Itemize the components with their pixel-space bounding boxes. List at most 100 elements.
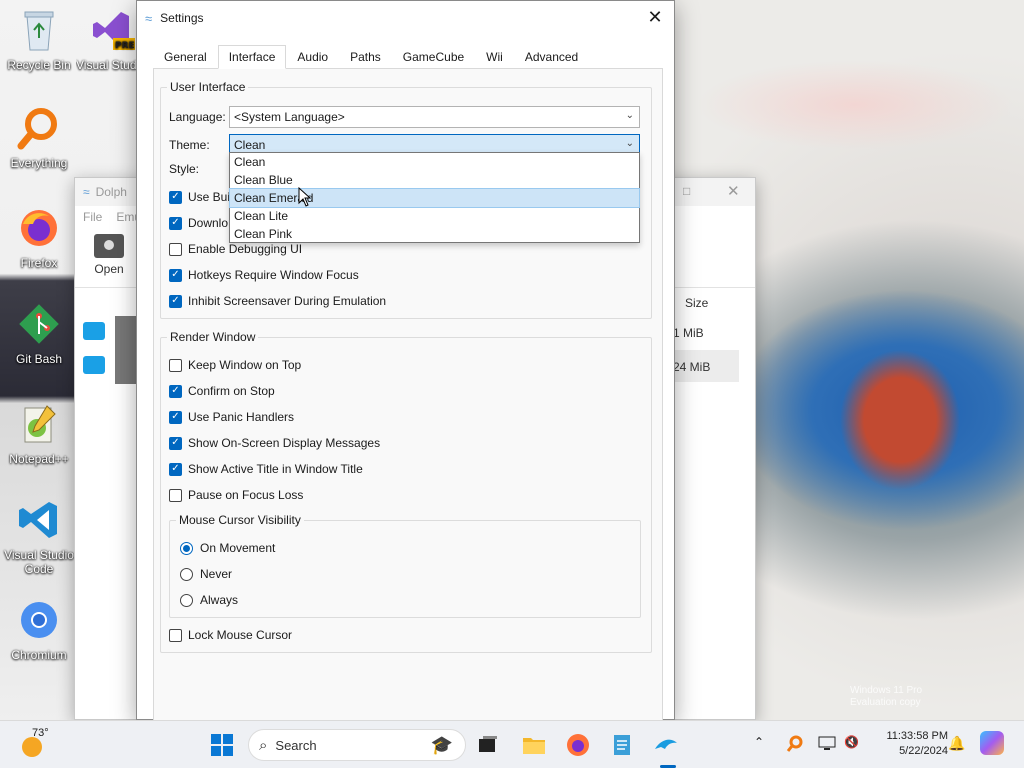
language-select[interactable]: <System Language> ⌄ <box>229 106 640 128</box>
radio-always[interactable]: Always <box>180 593 238 607</box>
checkbox-label: Inhibit Screensaver During Emulation <box>188 294 387 308</box>
chevron-down-icon: ⌄ <box>625 138 634 149</box>
confirm-on-stop-checkbox[interactable]: ✓ Confirm on Stop <box>169 384 275 398</box>
game-icon <box>83 322 105 340</box>
task-view-button[interactable] <box>472 729 504 761</box>
checkbox-label: Hotkeys Require Window Focus <box>188 268 359 282</box>
chromium-icon <box>15 596 63 644</box>
table-row-size: 24 MiB <box>673 360 711 374</box>
column-header-size[interactable]: Size <box>685 296 708 310</box>
desktop-icon-recycle-bin[interactable]: Recycle Bin <box>2 6 76 72</box>
hotkeys-focus-checkbox[interactable]: ✓ Hotkeys Require Window Focus <box>169 268 359 282</box>
checkbox-checked-icon: ✓ <box>169 268 182 282</box>
task-view-icon <box>479 736 497 752</box>
checkbox-label: Enable Debugging UI <box>188 242 303 256</box>
tab-audio[interactable]: Audio <box>286 45 339 69</box>
game-icon <box>83 356 105 374</box>
checkbox-label: Show Active Title in Window Title <box>188 462 363 476</box>
menu-file[interactable]: File <box>83 210 102 224</box>
notepad-taskbar-button[interactable] <box>606 729 638 761</box>
weather-widget[interactable]: 73° <box>18 727 58 763</box>
desktop-icon-notepad-plus-plus[interactable]: Notepad++ <box>2 400 76 466</box>
notifications-bell-icon[interactable]: 🔔 <box>948 735 965 752</box>
pause-on-focus-loss-checkbox[interactable]: Pause on Focus Loss <box>169 488 303 502</box>
group-title-mouse-cursor: Mouse Cursor Visibility <box>176 513 304 527</box>
theme-option-clean-pink[interactable]: Clean Pink <box>230 225 639 243</box>
tab-advanced[interactable]: Advanced <box>514 45 589 69</box>
radio-unselected-icon <box>180 567 193 581</box>
close-icon[interactable]: ✕ <box>727 182 740 200</box>
checkbox-checked-icon: ✓ <box>169 436 182 450</box>
search-icon: ⌕ <box>259 736 268 754</box>
language-label: Language: <box>169 110 226 124</box>
desktop-icon-everything[interactable]: Everything <box>2 104 76 170</box>
open-button[interactable]: Open <box>89 234 129 276</box>
table-row-size: 1 MiB <box>673 326 704 340</box>
tab-interface[interactable]: Interface <box>217 45 287 69</box>
radio-label: Always <box>200 593 239 607</box>
checkbox-label: Confirm on Stop <box>188 384 275 398</box>
radio-unselected-icon <box>180 593 193 607</box>
desktop-icon-chromium[interactable]: Chromium <box>2 596 76 662</box>
lock-mouse-cursor-checkbox[interactable]: Lock Mouse Cursor <box>169 628 292 642</box>
taskbar: 73° ⌕ Search 🎓 ⌃ 🔇 11:33:58 PM 5/22/2024… <box>0 720 1024 768</box>
show-hidden-icons-button[interactable]: ⌃ <box>754 735 764 749</box>
theme-option-clean[interactable]: Clean <box>230 153 639 171</box>
file-explorer-button[interactable] <box>518 729 550 761</box>
folder-icon <box>523 738 545 754</box>
taskbar-search[interactable]: ⌕ Search 🎓 <box>248 729 466 761</box>
style-row: Style: <box>169 162 229 176</box>
radio-label: Never <box>200 567 233 581</box>
volume-muted-icon[interactable]: 🔇 <box>844 735 859 749</box>
settings-titlebar: ≈ Settings <box>137 1 674 35</box>
git-bash-icon <box>15 300 63 348</box>
weather-temp: 73° <box>32 727 49 739</box>
group-title-render-window: Render Window <box>167 330 259 344</box>
theme-option-clean-emerald[interactable]: Clean Emerald <box>229 188 640 208</box>
notepad-plus-plus-icon <box>15 400 63 448</box>
radio-never[interactable]: Never <box>180 567 232 581</box>
use-builtin-db-checkbox[interactable]: ✓ Use Buil <box>169 190 233 204</box>
copilot-icon[interactable] <box>980 731 1004 755</box>
notepad-icon <box>614 735 630 755</box>
enable-debugging-ui-checkbox[interactable]: Enable Debugging UI <box>169 242 302 256</box>
firefox-icon <box>567 734 589 756</box>
settings-dialog: ≈ Settings ✕ General Interface Audio Pat… <box>136 0 675 721</box>
radio-on-movement[interactable]: On Movement <box>180 541 275 555</box>
checkbox-checked-icon: ✓ <box>169 410 182 424</box>
checkbox-label: Pause on Focus Loss <box>188 488 304 502</box>
inhibit-screensaver-checkbox[interactable]: ✓ Inhibit Screensaver During Emulation <box>169 294 386 308</box>
firefox-icon <box>15 204 63 252</box>
desktop-icon-firefox[interactable]: Firefox <box>2 204 76 270</box>
close-button[interactable]: ✕ <box>640 3 670 31</box>
tab-gamecube[interactable]: GameCube <box>392 45 475 69</box>
everything-tray-icon[interactable] <box>786 735 804 756</box>
tab-general[interactable]: General <box>153 45 218 69</box>
dolphin-icon: ≈ <box>83 185 90 199</box>
desktop-icon-git-bash[interactable]: Git Bash <box>2 300 76 366</box>
dolphin-taskbar-button[interactable] <box>650 729 682 768</box>
taskbar-clock[interactable]: 11:33:58 PM 5/22/2024 <box>868 729 948 759</box>
firefox-taskbar-button[interactable] <box>562 729 594 761</box>
tab-paths[interactable]: Paths <box>339 45 392 69</box>
desktop-icon-vscode[interactable]: Visual Studio Code <box>2 496 76 576</box>
download-covers-checkbox[interactable]: ✓ Downlo <box>169 216 228 230</box>
network-icon[interactable] <box>818 735 836 754</box>
checkbox-label: Use Buil <box>188 190 233 204</box>
panic-handlers-checkbox[interactable]: ✓ Use Panic Handlers <box>169 410 294 424</box>
weather-icon <box>22 737 42 757</box>
theme-option-clean-lite[interactable]: Clean Lite <box>230 207 639 225</box>
checkbox-checked-icon: ✓ <box>169 462 182 476</box>
keep-on-top-checkbox[interactable]: Keep Window on Top <box>169 358 301 372</box>
start-button[interactable] <box>206 729 238 761</box>
language-row: Language: <System Language> ⌄ <box>169 106 640 128</box>
osd-messages-checkbox[interactable]: ✓ Show On-Screen Display Messages <box>169 436 380 450</box>
clock-date: 5/22/2024 <box>899 745 948 757</box>
style-label: Style: <box>169 162 200 176</box>
active-title-checkbox[interactable]: ✓ Show Active Title in Window Title <box>169 462 363 476</box>
maximize-icon[interactable]: □ <box>683 184 690 198</box>
theme-option-clean-blue[interactable]: Clean Blue <box>230 171 639 189</box>
chevron-down-icon: ⌄ <box>625 110 634 121</box>
tab-wii[interactable]: Wii <box>475 45 514 69</box>
close-icon: ✕ <box>647 6 663 27</box>
